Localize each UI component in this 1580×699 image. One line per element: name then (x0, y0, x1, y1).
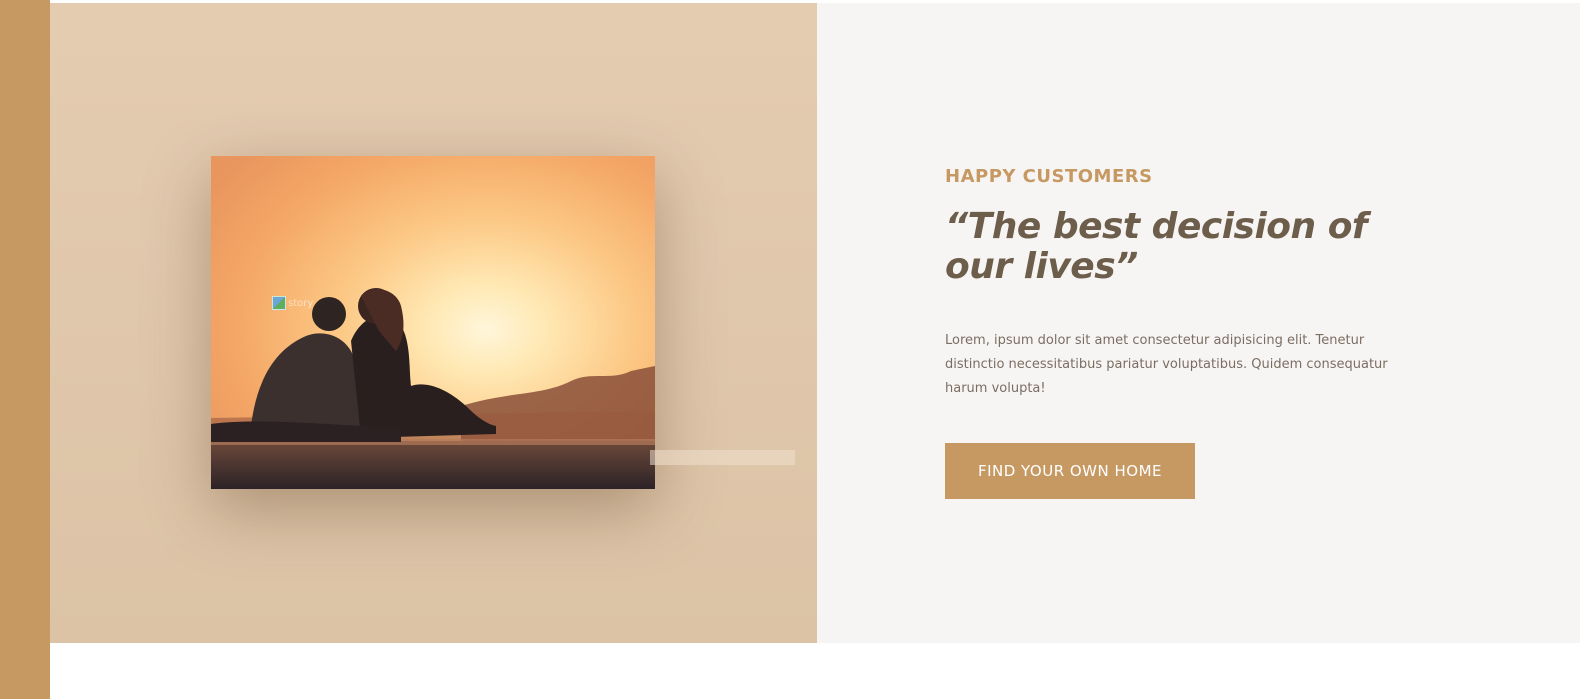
testimonial-content: HAPPY CUSTOMERS “The best decision of ou… (945, 166, 1435, 499)
testimonial-body: Lorem, ipsum dolor sit amet consectetur … (945, 333, 1388, 396)
broken-image-icon (272, 296, 286, 310)
section-eyebrow: HAPPY CUSTOMERS (945, 166, 1153, 187)
sunset-photo-illustration (211, 156, 655, 489)
story-gallery: story (50, 3, 817, 643)
couple-sunset-photo (211, 156, 655, 489)
image-strip (650, 450, 795, 465)
broken-image-placeholder: story (272, 296, 313, 310)
testimonial-section: story HAPPY CUSTOMERS “The best decision… (50, 3, 1580, 643)
testimonial-quote: “The best decision of our lives” (945, 206, 1368, 287)
find-home-button[interactable]: FIND YOUR OWN HOME (945, 443, 1195, 499)
side-accent-bar (0, 0, 50, 699)
broken-image-alt: story (288, 297, 314, 309)
